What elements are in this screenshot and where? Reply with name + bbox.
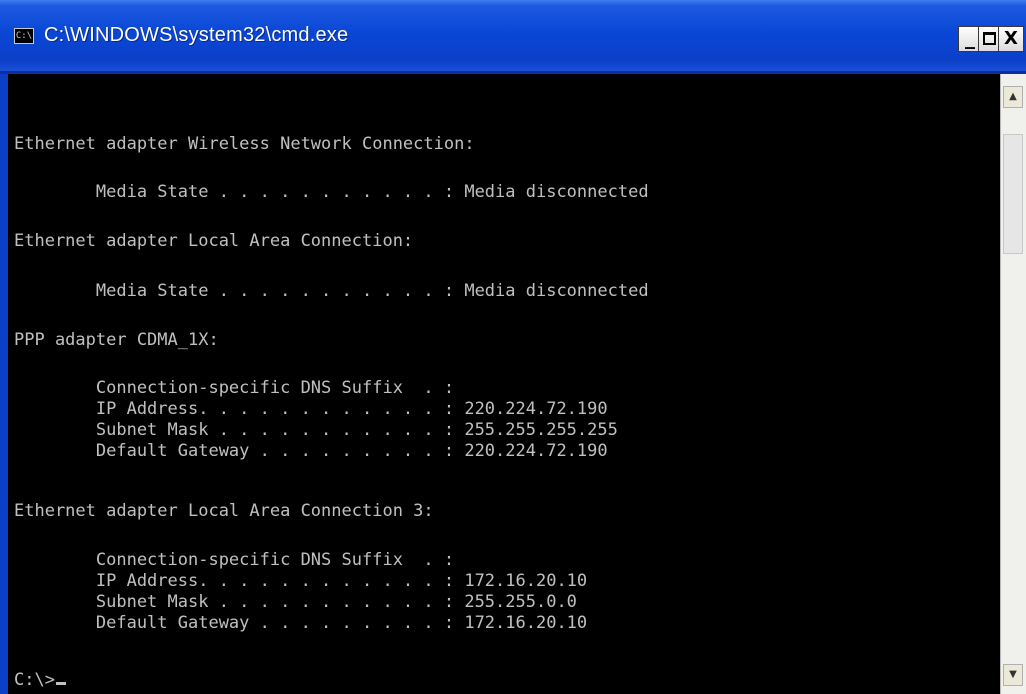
console-line: PPP adapter CDMA_1X: [14, 330, 219, 350]
scroll-thumb[interactable] [1003, 134, 1023, 254]
console-line: Media State . . . . . . . . . . . : Medi… [14, 281, 649, 301]
console-line: Default Gateway . . . . . . . . . : 220.… [14, 441, 608, 461]
scroll-down-arrow-icon[interactable]: ▼ [1003, 664, 1023, 686]
close-button[interactable]: X [998, 26, 1024, 52]
window-frame-left [0, 74, 8, 694]
console-line: Ethernet adapter Local Area Connection: [14, 231, 414, 251]
command-prompt[interactable]: C:\> [14, 670, 66, 690]
vertical-scrollbar[interactable]: ▲ ▼ [1000, 74, 1026, 694]
title-bar[interactable]: C:\ C:\WINDOWS\system32\cmd.exe _ X [0, 0, 1026, 74]
prompt-text: C:\> [14, 670, 55, 690]
console-line: Ethernet adapter Local Area Connection 3… [14, 501, 434, 521]
console-line: IP Address. . . . . . . . . . . . : 220.… [14, 399, 608, 419]
window-title: C:\WINDOWS\system32\cmd.exe [44, 24, 349, 46]
console-line: Subnet Mask . . . . . . . . . . . : 255.… [14, 420, 618, 440]
console-line: Connection-specific DNS Suffix . : [14, 550, 455, 570]
console-line: Default Gateway . . . . . . . . . : 172.… [14, 613, 588, 633]
console-line: Connection-specific DNS Suffix . : [14, 378, 455, 398]
console-output[interactable]: Ethernet adapter Wireless Network Connec… [8, 74, 1000, 694]
console-line: Media State . . . . . . . . . . . : Medi… [14, 182, 649, 202]
console-line: Subnet Mask . . . . . . . . . . . : 255.… [14, 592, 577, 612]
text-cursor [55, 682, 66, 685]
console-line: Ethernet adapter Wireless Network Connec… [14, 134, 475, 154]
console-line: IP Address. . . . . . . . . . . . : 172.… [14, 571, 588, 591]
scroll-up-arrow-icon[interactable]: ▲ [1003, 86, 1023, 108]
cmd-icon[interactable]: C:\ [14, 28, 34, 44]
